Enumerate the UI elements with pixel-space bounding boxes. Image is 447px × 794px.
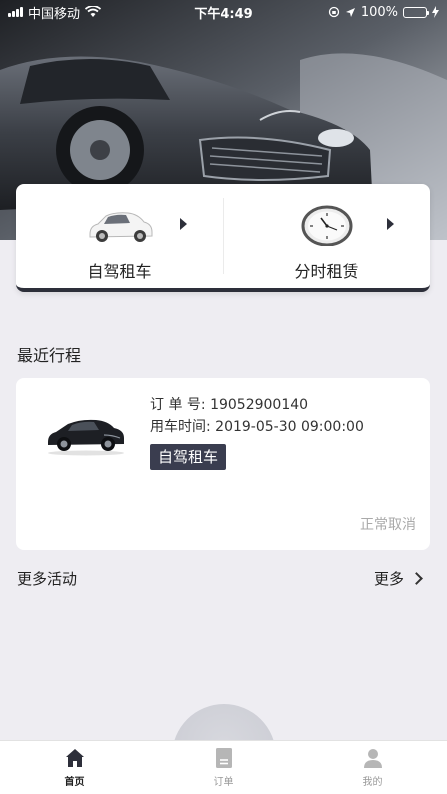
service-timeshare[interactable]: 分时租赁 (223, 184, 430, 288)
trip-status: 正常取消 (360, 517, 416, 533)
chevron-right-icon (410, 571, 423, 585)
car-thumbnail (48, 419, 124, 456)
service-self-drive[interactable]: 自驾租车 (16, 184, 223, 288)
rotation-lock-icon (328, 6, 339, 18)
tab-label: 订单 (213, 777, 234, 788)
service-label: 分时租赁 (294, 262, 359, 281)
profile-icon (363, 749, 382, 768)
trip-info: 订 单 号: 19052900140 用车时间: 2019-05-30 09:0… (150, 394, 364, 470)
home-icon (65, 749, 84, 767)
tab-home[interactable]: 首页 (0, 741, 149, 794)
carrier-label: 中国移动 (28, 6, 81, 22)
rental-time-label: 用车时间: (150, 419, 211, 435)
signal-icon (8, 7, 23, 17)
activities-header: 更多活动 更多 (17, 566, 423, 590)
arrow-right-icon (387, 218, 394, 230)
status-bar: 中国移动 下午4:49 100% (0, 0, 447, 24)
service-label: 自驾租车 (87, 262, 152, 281)
battery-percent: 100% (360, 4, 398, 20)
more-activities-link[interactable]: 更多 (373, 568, 423, 589)
recent-trips-title: 最近行程 (17, 346, 82, 365)
trip-card[interactable]: 订 单 号: 19052900140 用车时间: 2019-05-30 09:0… (16, 378, 430, 550)
rental-type-badge: 自驾租车 (150, 444, 227, 470)
car-icon (89, 212, 152, 242)
battery-icon (403, 6, 429, 18)
order-number-row: 订 单 号: 19052900140 (150, 394, 364, 416)
location-icon (345, 7, 355, 17)
charging-icon (432, 6, 439, 18)
tab-orders[interactable]: 订单 (149, 741, 298, 794)
tab-label: 我的 (362, 777, 383, 788)
order-number-value: 19052900140 (210, 397, 309, 413)
rental-time-row: 用车时间: 2019-05-30 09:00:00 (150, 416, 364, 438)
tab-profile[interactable]: 我的 (298, 741, 447, 794)
more-label: 更多 (373, 569, 404, 588)
tab-label: 首页 (64, 777, 85, 788)
order-number-label: 订 单 号: (150, 397, 206, 413)
wifi-icon (85, 6, 102, 17)
bottom-tab-bar: 首页 订单 我的 (0, 740, 447, 794)
clock-icon (301, 205, 352, 246)
activities-title: 更多活动 (17, 569, 78, 588)
rental-time-value: 2019-05-30 09:00:00 (215, 419, 364, 435)
arrow-right-icon (180, 218, 187, 230)
service-card: 自驾租车 分时租赁 (16, 184, 430, 292)
order-icon (215, 748, 232, 768)
